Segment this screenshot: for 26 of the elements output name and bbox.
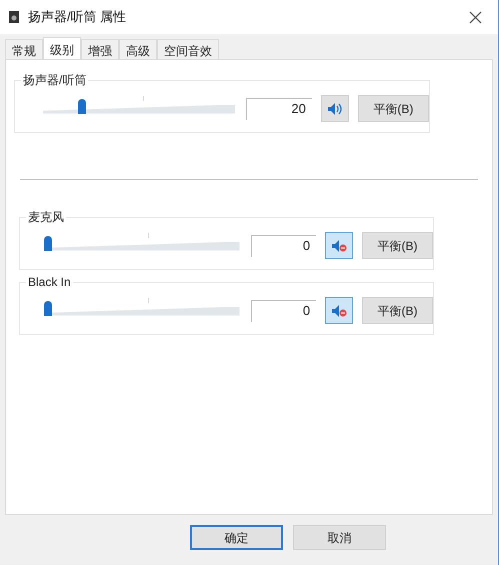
level-field[interactable]: 20	[246, 98, 312, 120]
tab[interactable]: 级别	[43, 37, 81, 59]
balance-button[interactable]: 平衡(B)	[362, 297, 433, 324]
balance-button[interactable]: 平衡(B)	[358, 95, 430, 122]
balance-button[interactable]: 平衡(B)	[362, 232, 433, 259]
close-icon[interactable]	[469, 10, 482, 24]
dialog-button[interactable]: 取消	[293, 525, 386, 550]
mute-button[interactable]	[320, 95, 349, 122]
mute-button[interactable]	[325, 297, 353, 324]
level-field[interactable]: 0	[250, 300, 316, 322]
tab[interactable]: 常规	[5, 39, 43, 59]
tab[interactable]: 增强	[81, 39, 119, 59]
level-field[interactable]: 0	[250, 234, 316, 256]
channel-label: 麦克风	[26, 209, 66, 225]
mute-button[interactable]	[325, 232, 353, 259]
channel-label: 扬声器/听筒	[21, 72, 88, 88]
slider-thumb[interactable]	[78, 98, 86, 114]
slider-track[interactable]	[44, 232, 240, 252]
tab[interactable]: 高级	[119, 39, 157, 59]
slider-track[interactable]	[44, 298, 240, 318]
tab[interactable]: 空间音效	[157, 39, 219, 59]
dialog-button[interactable]: 确定	[190, 525, 283, 550]
window-title: 扬声器/听筒 属性	[28, 8, 126, 26]
slider-thumb[interactable]	[44, 300, 52, 316]
slider-thumb[interactable]	[44, 236, 52, 250]
speaker-app-icon	[8, 10, 20, 24]
